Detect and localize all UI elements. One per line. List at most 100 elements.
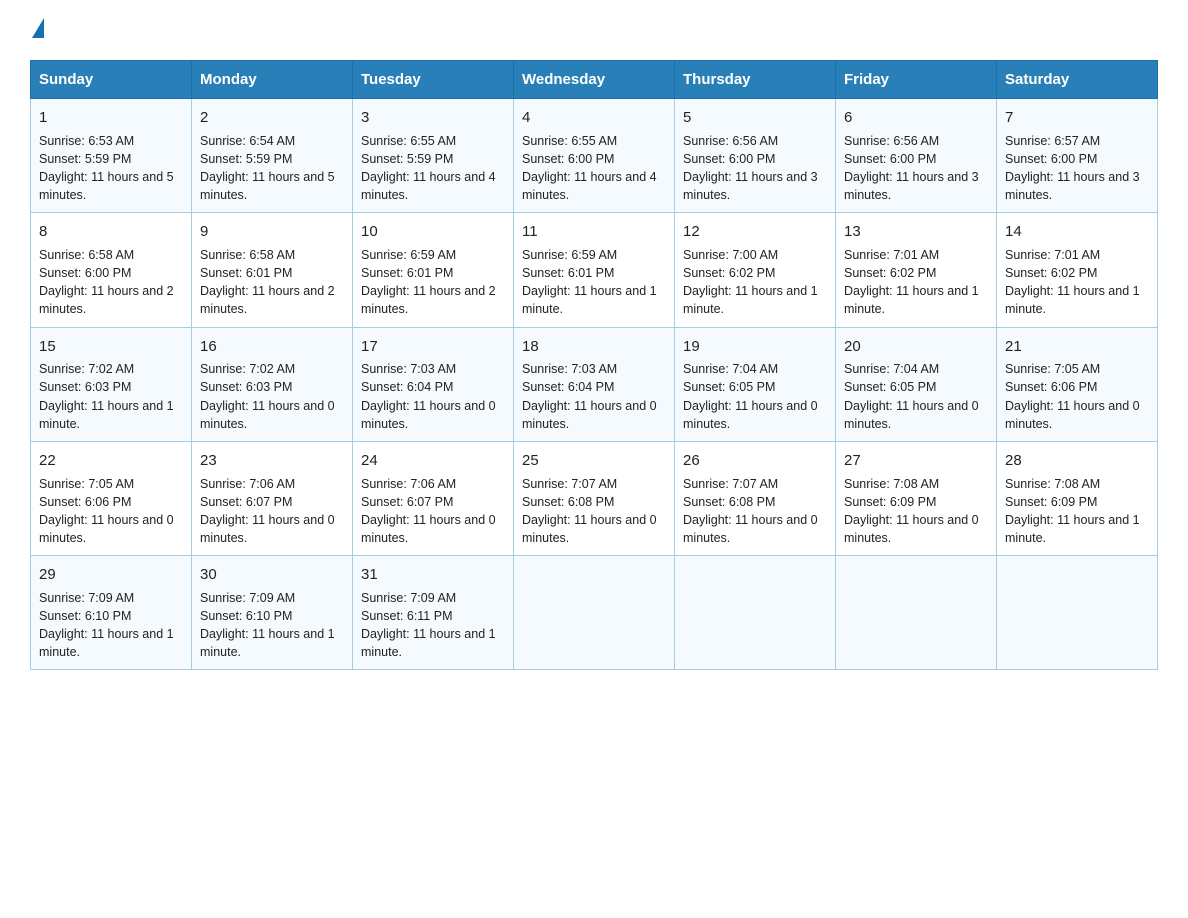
daylight-text: Daylight: 11 hours and 0 minutes. bbox=[1005, 399, 1140, 431]
day-number: 8 bbox=[39, 221, 183, 243]
daylight-text: Daylight: 11 hours and 0 minutes. bbox=[683, 513, 818, 545]
day-number: 31 bbox=[361, 564, 505, 586]
daylight-text: Daylight: 11 hours and 0 minutes. bbox=[522, 399, 657, 431]
calendar-cell bbox=[514, 556, 675, 670]
calendar-cell: 22 Sunrise: 7:05 AM Sunset: 6:06 PM Dayligh… bbox=[31, 441, 192, 555]
day-number: 21 bbox=[1005, 336, 1149, 358]
sunset-text: Sunset: 6:00 PM bbox=[1005, 152, 1097, 166]
day-number: 22 bbox=[39, 450, 183, 472]
day-number: 12 bbox=[683, 221, 827, 243]
day-number: 15 bbox=[39, 336, 183, 358]
week-row-2: 8Sunrise: 6:58 AMSunset: 6:00 PMDaylight… bbox=[31, 213, 1158, 327]
sunrise-text: Sunrise: 7:08 AM bbox=[844, 477, 939, 491]
calendar-cell: 16Sunrise: 7:02 AMSunset: 6:03 PMDayligh… bbox=[192, 327, 353, 441]
calendar-cell: 5 Sunrise: 6:56 AM Sunset: 6:00 PM Daylight… bbox=[675, 99, 836, 213]
calendar-table: SundayMondayTuesdayWednesdayThursdayFrid… bbox=[30, 60, 1158, 670]
day-number: 30 bbox=[200, 564, 344, 586]
daylight-text: Daylight: 11 hours and 0 minutes. bbox=[200, 399, 335, 431]
sunrise-text: Sunrise: 6:55 AM bbox=[361, 134, 456, 148]
calendar-cell: 31Sunrise: 7:09 AMSunset: 6:11 PMDayligh… bbox=[353, 556, 514, 670]
sunrise-text: Sunrise: 7:02 AM bbox=[200, 362, 295, 376]
daylight-text: Daylight: 11 hours and 2 minutes. bbox=[39, 284, 174, 316]
col-header-friday: Friday bbox=[836, 61, 997, 99]
day-number: 9 bbox=[200, 221, 344, 243]
day-number: 13 bbox=[844, 221, 988, 243]
col-header-thursday: Thursday bbox=[675, 61, 836, 99]
sunrise-text: Sunrise: 6:56 AM bbox=[683, 134, 778, 148]
logo-triangle-icon bbox=[32, 18, 44, 38]
calendar-cell: 14Sunrise: 7:01 AMSunset: 6:02 PMDayligh… bbox=[997, 213, 1158, 327]
day-number: 2 bbox=[200, 107, 344, 129]
day-number: 18 bbox=[522, 336, 666, 358]
day-number: 7 bbox=[1005, 107, 1149, 129]
sunset-text: Sunset: 6:09 PM bbox=[844, 495, 936, 509]
sunset-text: Sunset: 6:10 PM bbox=[200, 609, 292, 623]
sunset-text: Sunset: 6:02 PM bbox=[1005, 266, 1097, 280]
calendar-cell: 1Sunrise: 6:53 AMSunset: 5:59 PMDaylight… bbox=[31, 99, 192, 213]
sunset-text: Sunset: 6:10 PM bbox=[39, 609, 131, 623]
calendar-cell: 11Sunrise: 6:59 AMSunset: 6:01 PMDayligh… bbox=[514, 213, 675, 327]
calendar-cell: 12Sunrise: 7:00 AMSunset: 6:02 PMDayligh… bbox=[675, 213, 836, 327]
daylight-text: Daylight: 11 hours and 0 minutes. bbox=[39, 513, 174, 545]
sunrise-text: Sunrise: 6:56 AM bbox=[844, 134, 939, 148]
daylight-text: Daylight: 11 hours and 0 minutes. bbox=[683, 399, 818, 431]
sunset-text: Sunset: 6:00 PM bbox=[39, 266, 131, 280]
sunset-text: Sunset: 6:06 PM bbox=[39, 495, 131, 509]
calendar-cell: 25Sunrise: 7:07 AMSunset: 6:08 PMDayligh… bbox=[514, 441, 675, 555]
calendar-cell: 7Sunrise: 6:57 AMSunset: 6:00 PMDaylight… bbox=[997, 99, 1158, 213]
sunset-text: Sunset: 6:09 PM bbox=[1005, 495, 1097, 509]
sunset-text: Sunset: 6:01 PM bbox=[522, 266, 614, 280]
daylight-text: Daylight: 11 hours and 3 minutes. bbox=[844, 170, 979, 202]
sunset-text: Sunset: 6:03 PM bbox=[200, 380, 292, 394]
sunset-text: Sunset: 6:01 PM bbox=[200, 266, 292, 280]
sunset-text: Sunset: 6:04 PM bbox=[361, 380, 453, 394]
daylight-text: Daylight: 11 hours and 1 minute. bbox=[1005, 513, 1140, 545]
daylight-text: Daylight: 11 hours and 0 minutes. bbox=[844, 513, 979, 545]
calendar-cell: 10Sunrise: 6:59 AMSunset: 6:01 PMDayligh… bbox=[353, 213, 514, 327]
daylight-text: Daylight: 11 hours and 0 minutes. bbox=[361, 399, 496, 431]
calendar-cell: 18Sunrise: 7:03 AMSunset: 6:04 PMDayligh… bbox=[514, 327, 675, 441]
sunset-text: Sunset: 6:00 PM bbox=[683, 152, 775, 166]
sunset-text: Sunset: 6:05 PM bbox=[683, 380, 775, 394]
day-number: 28 bbox=[1005, 450, 1149, 472]
sunset-text: Sunset: 6:07 PM bbox=[200, 495, 292, 509]
sunset-text: Sunset: 6:11 PM bbox=[361, 609, 453, 623]
daylight-text: Daylight: 11 hours and 3 minutes. bbox=[683, 170, 818, 202]
sunrise-text: Sunrise: 7:04 AM bbox=[683, 362, 778, 376]
calendar-cell: 21Sunrise: 7:05 AMSunset: 6:06 PMDayligh… bbox=[997, 327, 1158, 441]
sunset-text: Sunset: 6:05 PM bbox=[844, 380, 936, 394]
daylight-text: Daylight: 11 hours and 0 minutes. bbox=[361, 513, 496, 545]
sunrise-text: Sunrise: 7:05 AM bbox=[39, 477, 134, 491]
calendar-cell: 15Sunrise: 7:02 AMSunset: 6:03 PMDayligh… bbox=[31, 327, 192, 441]
day-number: 20 bbox=[844, 336, 988, 358]
day-number: 24 bbox=[361, 450, 505, 472]
calendar-cell: 28Sunrise: 7:08 AMSunset: 6:09 PMDayligh… bbox=[997, 441, 1158, 555]
day-number: 19 bbox=[683, 336, 827, 358]
col-header-tuesday: Tuesday bbox=[353, 61, 514, 99]
sunset-text: Sunset: 5:59 PM bbox=[200, 152, 292, 166]
sunrise-text: Sunrise: 6:54 AM bbox=[200, 134, 295, 148]
daylight-text: Daylight: 11 hours and 2 minutes. bbox=[361, 284, 496, 316]
daylight-text: Daylight: 11 hours and 1 minute. bbox=[39, 627, 174, 659]
daylight-text: Daylight: 11 hours and 0 minutes. bbox=[522, 513, 657, 545]
sunset-text: Sunset: 6:02 PM bbox=[683, 266, 775, 280]
calendar-cell: 3Sunrise: 6:55 AMSunset: 5:59 PMDaylight… bbox=[353, 99, 514, 213]
sunset-text: Sunset: 6:07 PM bbox=[361, 495, 453, 509]
day-number: 5 bbox=[683, 107, 827, 129]
week-row-5: 29Sunrise: 7:09 AMSunset: 6:10 PMDayligh… bbox=[31, 556, 1158, 670]
day-number: 23 bbox=[200, 450, 344, 472]
sunrise-text: Sunrise: 7:03 AM bbox=[361, 362, 456, 376]
sunset-text: Sunset: 6:01 PM bbox=[361, 266, 453, 280]
sunrise-text: Sunrise: 6:59 AM bbox=[522, 248, 617, 262]
sunrise-text: Sunrise: 7:06 AM bbox=[361, 477, 456, 491]
calendar-cell: 30Sunrise: 7:09 AMSunset: 6:10 PMDayligh… bbox=[192, 556, 353, 670]
calendar-cell: 24 Sunrise: 7:06 AM Sunset: 6:07 PM Dayligh… bbox=[353, 441, 514, 555]
col-header-monday: Monday bbox=[192, 61, 353, 99]
day-number: 17 bbox=[361, 336, 505, 358]
daylight-text: Daylight: 11 hours and 1 minute. bbox=[361, 627, 496, 659]
day-number: 6 bbox=[844, 107, 988, 129]
week-row-3: 15 Sunrise: 7:02 AM Sunset: 6:03 PM Dayligh… bbox=[31, 327, 1158, 441]
calendar-cell bbox=[836, 556, 997, 670]
day-number: 25 bbox=[522, 450, 666, 472]
day-number: 26 bbox=[683, 450, 827, 472]
